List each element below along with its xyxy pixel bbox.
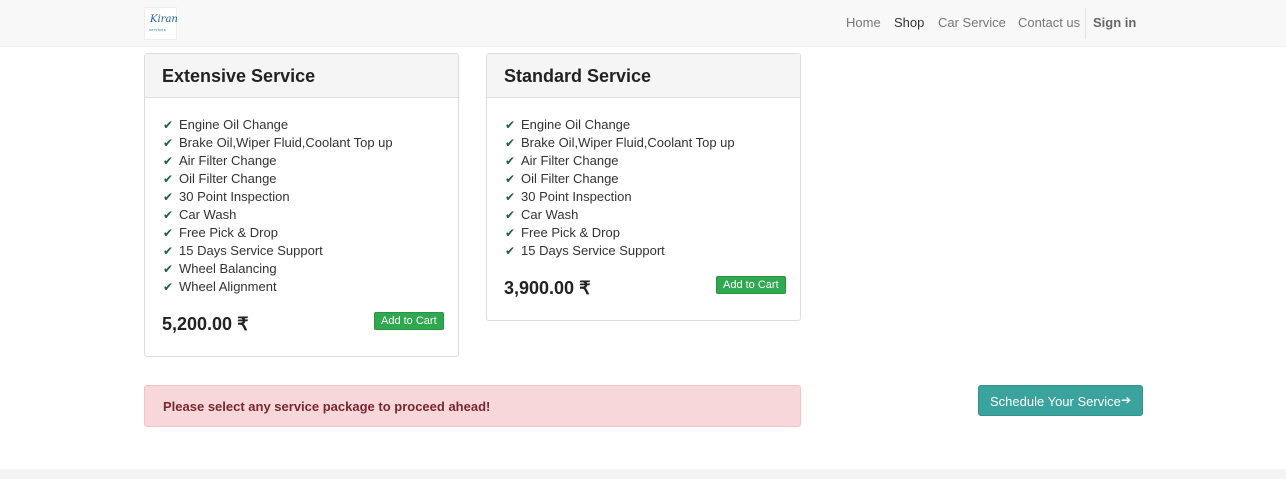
schedule-button-label: Schedule Your Service	[990, 394, 1121, 409]
check-icon: ✔	[505, 136, 516, 150]
add-to-cart-button[interactable]: Add to Cart	[374, 312, 444, 330]
package-price: 3,900.00 ₹	[504, 278, 591, 298]
feature-item: ✔ Free Pick & Drop	[505, 224, 735, 242]
alert-text: Please select any service package to pro…	[163, 399, 491, 414]
package-card-standard: Standard Service ✔ Engine Oil Change ✔ Brak…	[486, 53, 801, 321]
schedule-service-button[interactable]: Schedule Your Service ➔	[978, 385, 1143, 416]
feature-item: ✔ Wheel Balancing	[163, 260, 393, 278]
add-to-cart-button[interactable]: Add to Cart	[716, 276, 786, 294]
feature-item: ✔ 30 Point Inspection	[505, 188, 735, 206]
check-icon: ✔	[163, 244, 174, 258]
navbar: Kiran services Home Shop Car Service Con…	[0, 0, 1286, 47]
feature-item: ✔ 30 Point Inspection	[163, 188, 393, 206]
feature-label: Wheel Balancing	[179, 261, 277, 276]
feature-label: Engine Oil Change	[179, 117, 289, 132]
check-icon: ✔	[163, 118, 174, 132]
check-icon: ✔	[163, 172, 174, 186]
package-title: Standard Service	[504, 66, 652, 86]
feature-item: ✔ Air Filter Change	[505, 152, 735, 170]
site-logo[interactable]: Kiran services	[144, 7, 178, 40]
check-icon: ✔	[163, 226, 174, 240]
feature-label: Brake Oil,Wiper Fluid,Coolant Top up	[521, 135, 735, 150]
nav-shop[interactable]: Shop	[894, 15, 924, 30]
nav-home[interactable]: Home	[846, 15, 881, 30]
feature-label: Air Filter Change	[521, 153, 619, 168]
feature-label: 30 Point Inspection	[179, 189, 290, 204]
card-header: Standard Service	[487, 54, 800, 98]
package-price: 5,200.00 ₹	[162, 314, 249, 334]
feature-label: Free Pick & Drop	[521, 225, 620, 240]
feature-item: ✔ Air Filter Change	[163, 152, 393, 170]
card-header: Extensive Service	[145, 54, 458, 98]
feature-label: Brake Oil,Wiper Fluid,Coolant Top up	[179, 135, 393, 150]
feature-item: ✔ Car Wash	[505, 206, 735, 224]
feature-item: ✔ Car Wash	[163, 206, 393, 224]
feature-label: Car Wash	[179, 207, 237, 222]
check-icon: ✔	[163, 154, 174, 168]
feature-item: ✔ Oil Filter Change	[505, 170, 735, 188]
feature-list: ✔ Engine Oil Change ✔ Brake Oil,Wiper Fluid…	[505, 116, 735, 260]
feature-label: 30 Point Inspection	[521, 189, 632, 204]
feature-label: 15 Days Service Support	[521, 243, 665, 258]
logo-text: Kiran	[150, 14, 178, 25]
feature-label: Wheel Alignment	[179, 279, 277, 294]
check-icon: ✔	[505, 244, 516, 258]
check-icon: ✔	[163, 190, 174, 204]
package-title: Extensive Service	[162, 66, 316, 86]
nav-contact-us[interactable]: Contact us	[1018, 15, 1080, 30]
sign-in-link[interactable]: Sign in	[1093, 15, 1136, 30]
feature-item: ✔ 15 Days Service Support	[505, 242, 735, 260]
feature-item: ✔ Wheel Alignment	[163, 278, 393, 296]
check-icon: ✔	[505, 226, 516, 240]
check-icon: ✔	[163, 136, 174, 150]
feature-label: Oil Filter Change	[521, 171, 619, 186]
nav-car-service[interactable]: Car Service	[938, 15, 1006, 30]
nav-divider	[1085, 8, 1086, 39]
arrow-right-icon: ➔	[1121, 393, 1132, 407]
check-icon: ✔	[505, 154, 516, 168]
selection-alert: Please select any service package to pro…	[144, 385, 801, 427]
check-icon: ✔	[505, 190, 516, 204]
feature-list: ✔ Engine Oil Change ✔ Brake Oil,Wiper Fluid…	[163, 116, 393, 296]
package-card-extensive: Extensive Service ✔ Engine Oil Change ✔ Bra…	[144, 53, 459, 357]
check-icon: ✔	[163, 280, 174, 294]
feature-label: Free Pick & Drop	[179, 225, 278, 240]
feature-item: ✔ Engine Oil Change	[163, 116, 393, 134]
feature-item: ✔ Oil Filter Change	[163, 170, 393, 188]
check-icon: ✔	[505, 208, 516, 222]
check-icon: ✔	[505, 172, 516, 186]
feature-item: ✔ Engine Oil Change	[505, 116, 735, 134]
check-icon: ✔	[163, 262, 174, 276]
feature-item: ✔ Brake Oil,Wiper Fluid,Coolant Top up	[505, 134, 735, 152]
feature-label: Car Wash	[521, 207, 579, 222]
check-icon: ✔	[505, 118, 516, 132]
feature-label: Engine Oil Change	[521, 117, 631, 132]
feature-item: ✔ Brake Oil,Wiper Fluid,Coolant Top up	[163, 134, 393, 152]
check-icon: ✔	[163, 208, 174, 222]
feature-item: ✔ 15 Days Service Support	[163, 242, 393, 260]
feature-label: Oil Filter Change	[179, 171, 277, 186]
logo-subtext: services	[149, 27, 167, 32]
feature-label: Air Filter Change	[179, 153, 277, 168]
feature-label: 15 Days Service Support	[179, 243, 323, 258]
feature-item: ✔ Free Pick & Drop	[163, 224, 393, 242]
footer-band	[0, 469, 1286, 479]
